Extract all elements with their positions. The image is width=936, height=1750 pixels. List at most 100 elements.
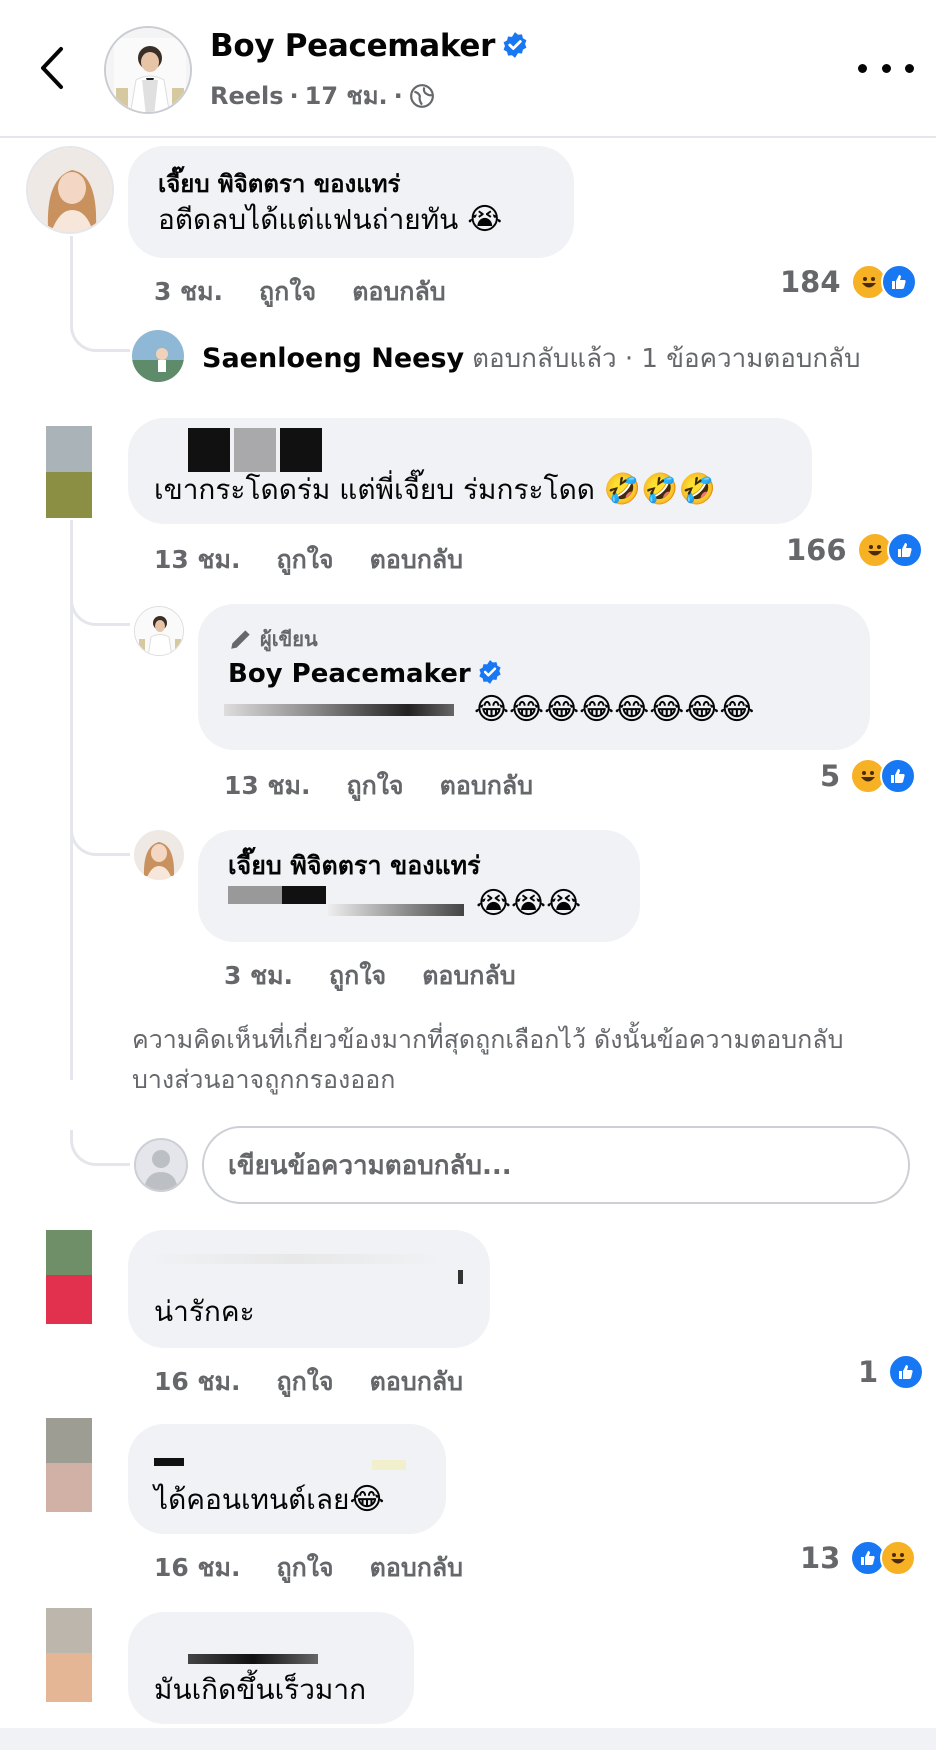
comment-author[interactable]: Boy Peacemaker	[228, 658, 840, 690]
comment-actions: 3 ชม. ถูกใจ ตอบกลับ	[224, 956, 516, 996]
meta-separator: ·	[289, 81, 299, 110]
more-options-button[interactable]	[858, 56, 914, 80]
view-replies-link[interactable]: Saenloeng Neesy ตอบกลับแล้ว · 1 ข้อความต…	[202, 338, 861, 379]
reply-button[interactable]: ตอบกลับ	[370, 1362, 463, 1402]
comment-text: อตีดลบได้แต่แฟนถ่ายทัน	[158, 203, 459, 236]
comment-text: ได้คอนเทนต์เลย	[154, 1483, 350, 1516]
meta-separator-2: ·	[393, 81, 403, 110]
laughing-emoji: 😂	[349, 1482, 385, 1517]
reaction-count: 1	[858, 1355, 879, 1389]
reply-button[interactable]: ตอบกลับ	[352, 272, 445, 312]
reaction-summary[interactable]: 5	[820, 758, 917, 794]
commenter-avatar[interactable]	[134, 830, 184, 880]
rofl-emoji: 🤣🤣🤣	[603, 472, 716, 507]
thread-curve	[70, 300, 130, 352]
reply-input-placeholder: เขียนข้อความตอบกลับ...	[228, 1150, 512, 1181]
redacted-name	[154, 1458, 184, 1466]
reaction-summary[interactable]: 13	[800, 1540, 917, 1576]
commenter-avatar[interactable]	[26, 146, 114, 234]
author-avatar[interactable]	[134, 606, 184, 656]
globe-icon	[409, 83, 434, 108]
reply-button[interactable]: ตอบกลับ	[370, 1548, 463, 1588]
redacted-text	[224, 704, 454, 716]
my-avatar	[134, 1138, 188, 1192]
avatar-image	[134, 830, 184, 880]
like-button[interactable]: ถูกใจ	[259, 272, 316, 312]
reaction-summary[interactable]: 1	[858, 1354, 925, 1390]
like-button[interactable]: ถูกใจ	[276, 1362, 333, 1402]
reply-button[interactable]: ตอบกลับ	[422, 956, 515, 996]
reply-input[interactable]: เขียนข้อความตอบกลับ...	[202, 1126, 910, 1204]
like-button[interactable]: ถูกใจ	[329, 956, 386, 996]
comment-time[interactable]: 13 ชม.	[154, 540, 240, 580]
like-reaction-icon	[888, 1354, 925, 1390]
commenter-avatar[interactable]	[46, 1418, 92, 1512]
comment-time[interactable]: 16 ชม.	[154, 1362, 240, 1402]
page-name[interactable]: Boy Peacemaker	[210, 28, 495, 64]
reaction-summary[interactable]: 184	[780, 264, 917, 300]
reaction-count: 184	[780, 265, 841, 299]
avatar-image	[135, 607, 183, 655]
comment-actions: 13 ชม. ถูกใจ ตอบกลับ	[224, 766, 533, 806]
like-reaction-icon	[886, 532, 923, 568]
laughing-emoji: 😂😂😂😂😂😂😂😂	[474, 692, 755, 727]
redacted-name	[188, 428, 230, 472]
redacted-name	[372, 1460, 406, 1470]
author-badge-label: ผู้เขียน	[260, 627, 318, 651]
thread-curve	[70, 1130, 130, 1166]
commenter-avatar[interactable]	[46, 1230, 92, 1324]
replier-avatar[interactable]	[132, 330, 184, 382]
redacted-text	[282, 886, 326, 904]
haha-reaction-icon	[880, 1540, 917, 1576]
comment-bubble[interactable]: มันเกิดขึ้นเร็วมาก	[128, 1612, 414, 1724]
reply-count: · 1 ข้อความตอบกลับ	[624, 344, 861, 374]
comment-time[interactable]: 13 ชม.	[224, 766, 310, 806]
like-reaction-icon	[880, 758, 917, 794]
like-reaction-icon	[880, 264, 917, 300]
redacted-text	[328, 904, 464, 916]
reply-button[interactable]: ตอบกลับ	[440, 766, 533, 806]
post-time[interactable]: 17 ชม.	[305, 76, 388, 115]
crying-emoji: 😭😭😭	[476, 886, 582, 921]
chevron-left-icon	[41, 47, 63, 89]
redacted-name	[188, 1654, 318, 1664]
comment-bubble[interactable]: ได้คอนเทนต์เลย😂	[128, 1424, 446, 1534]
reply-action: ตอบกลับแล้ว	[472, 344, 617, 374]
reaction-count: 13	[800, 1541, 841, 1575]
comment-bubble[interactable]: น่ารักคะ	[128, 1230, 490, 1348]
reaction-summary[interactable]: 166	[786, 532, 923, 568]
post-header: Boy Peacemaker Reels · 17 ชม. ·	[0, 0, 936, 138]
redacted-name	[458, 1270, 463, 1284]
comment-actions: 3 ชม. ถูกใจ ตอบกลับ	[154, 272, 446, 312]
reply-button[interactable]: ตอบกลับ	[370, 540, 463, 580]
avatar-image	[106, 28, 190, 112]
comment-text: มันเกิดขึ้นเร็วมาก	[154, 1673, 367, 1706]
page-title[interactable]: Boy Peacemaker	[210, 28, 529, 64]
post-meta: Reels · 17 ชม. ·	[210, 76, 435, 115]
like-button[interactable]: ถูกใจ	[276, 540, 333, 580]
filter-notice: ความคิดเห็นที่เกี่ยวข้องมากที่สุดถูกเลือ…	[132, 1025, 844, 1094]
comment-bubble[interactable]: เขากระโดดร่ม แต่พี่เจี๊ยบ ร่มกระโดด 🤣🤣🤣	[128, 418, 812, 524]
commenter-avatar[interactable]	[46, 1608, 92, 1702]
reaction-count: 5	[820, 759, 841, 793]
verified-badge-icon	[479, 659, 501, 684]
comment-time[interactable]: 3 ชม.	[224, 956, 293, 996]
commenter-avatar[interactable]	[46, 426, 92, 518]
page-avatar[interactable]	[104, 26, 192, 114]
comment-bubble[interactable]: เจี๊ยบ พิจิตตรา ของแทร่ อตีดลบได้แต่แฟนถ…	[128, 146, 574, 258]
more-dot-icon	[905, 63, 914, 73]
comment-time[interactable]: 3 ชม.	[154, 272, 223, 312]
like-button[interactable]: ถูกใจ	[276, 1548, 333, 1588]
comment-author[interactable]: เจี๊ยบ พิจิตตรา ของแทร่	[228, 850, 610, 882]
redacted-name	[144, 1254, 444, 1264]
comment-actions: 13 ชม. ถูกใจ ตอบกลับ	[154, 540, 463, 580]
comment-actions: 16 ชม. ถูกใจ ตอบกลับ	[154, 1548, 463, 1588]
comment-author[interactable]: เจี๊ยบ พิจิตตรา ของแทร่	[158, 168, 544, 200]
back-button[interactable]	[28, 36, 76, 100]
author-name[interactable]: Boy Peacemaker	[228, 659, 471, 689]
reply-bubble[interactable]: ผู้เขียน Boy Peacemaker 😂😂😂😂😂😂😂😂	[198, 604, 870, 750]
reply-bubble[interactable]: เจี๊ยบ พิจิตตรา ของแทร่ 😭😭😭	[198, 830, 640, 942]
next-comment-edge	[0, 1728, 936, 1750]
like-button[interactable]: ถูกใจ	[346, 766, 403, 806]
comment-time[interactable]: 16 ชม.	[154, 1548, 240, 1588]
